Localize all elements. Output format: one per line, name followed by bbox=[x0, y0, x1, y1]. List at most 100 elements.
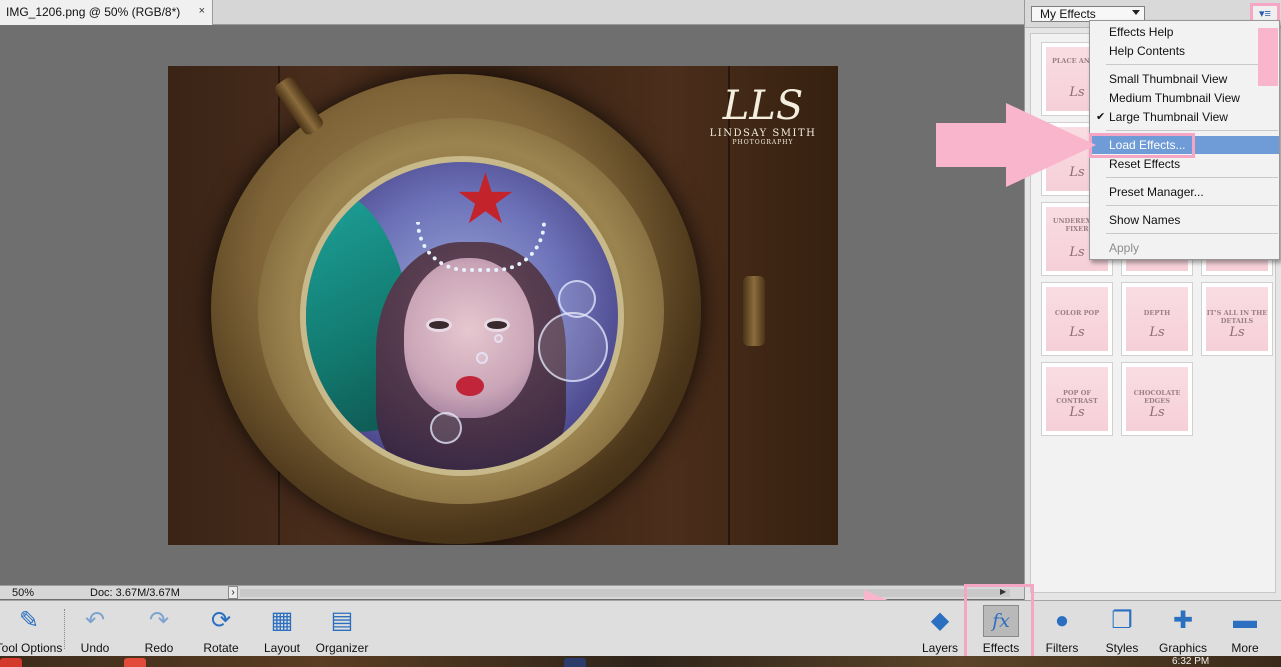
layout-button[interactable]: ▦ Layout bbox=[257, 601, 307, 657]
layers-button[interactable]: ◆ Layers bbox=[915, 601, 965, 657]
menu-item-effects-help[interactable]: Effects Help bbox=[1091, 23, 1279, 41]
button-label: Undo bbox=[80, 641, 110, 655]
menu-item-label: Effects Help bbox=[1109, 25, 1174, 39]
layers-icon: ◆ bbox=[930, 607, 950, 634]
photoshop-elements-icon[interactable] bbox=[564, 658, 586, 667]
system-clock: 6:32 PM bbox=[1172, 656, 1210, 667]
bubble bbox=[476, 352, 488, 364]
app-icon[interactable] bbox=[124, 658, 146, 667]
redo-button[interactable]: ↷ Redo bbox=[134, 601, 184, 657]
effect-thumbnail[interactable]: IT'S ALL IN THE DETAILS Ls bbox=[1201, 282, 1273, 356]
effect-name: COLOR POP bbox=[1054, 309, 1100, 317]
effect-thumbnail[interactable]: COLOR POP Ls bbox=[1041, 282, 1113, 356]
document-size: Doc: 3.67M/3.67M bbox=[90, 587, 180, 599]
more-icon: ▬ bbox=[1233, 607, 1257, 634]
menu-item-large-thumbnail-view[interactable]: ✔ Large Thumbnail View bbox=[1091, 108, 1279, 126]
thumb-signature: Ls bbox=[1149, 405, 1165, 420]
tutorial-arrow-up bbox=[1258, 28, 1278, 86]
girl-lips bbox=[456, 376, 484, 396]
button-label: Layout bbox=[263, 641, 301, 655]
chrome-icon[interactable] bbox=[0, 658, 22, 667]
menu-item-medium-thumbnail-view[interactable]: Medium Thumbnail View bbox=[1091, 89, 1279, 107]
organizer-icon: ▤ bbox=[330, 607, 354, 634]
effect-name: DEPTH bbox=[1143, 309, 1171, 317]
porthole-hinge bbox=[743, 276, 765, 346]
task-bar-divider bbox=[64, 609, 65, 649]
button-label: Styles bbox=[1105, 641, 1139, 655]
menu-item-label: Apply bbox=[1109, 241, 1140, 255]
load-effects-highlight-box bbox=[1089, 133, 1195, 158]
menu-item-label: Show Names bbox=[1109, 213, 1181, 227]
document-tab[interactable]: IMG_1206.png @ 50% (RGB/8*) × bbox=[0, 0, 213, 25]
menu-item-label: Medium Thumbnail View bbox=[1109, 91, 1240, 105]
watermark-name: LINDSAY SMITH bbox=[709, 128, 817, 139]
thumb-signature: Ls bbox=[1069, 325, 1085, 340]
button-label: More bbox=[1231, 641, 1259, 655]
close-tab-icon[interactable]: × bbox=[199, 5, 205, 17]
graphics-button[interactable]: ✚ Graphics bbox=[1155, 601, 1211, 657]
more-button[interactable]: ▬ More bbox=[1220, 601, 1270, 657]
document-tab-title: IMG_1206.png @ 50% (RGB/8*) bbox=[6, 5, 181, 19]
styles-icon: ❐ bbox=[1111, 607, 1133, 634]
document-image[interactable]: ★ LLS LINDSAY SMITH PHOTOGRAPHY bbox=[168, 66, 838, 545]
zoom-level[interactable]: 50% bbox=[12, 587, 34, 599]
jellyfish-bubble bbox=[538, 312, 608, 382]
effect-name: POP OF CONTRAST bbox=[1056, 389, 1098, 405]
starfish-icon: ★ bbox=[454, 160, 517, 238]
button-label: Redo bbox=[144, 641, 174, 655]
styles-button[interactable]: ❐ Styles bbox=[1097, 601, 1147, 657]
girl-eye bbox=[484, 318, 510, 332]
photoshop-elements-window: IMG_1206.png @ 50% (RGB/8*) × ★ LLS LIND… bbox=[0, 0, 1281, 667]
status-menu-arrow-icon[interactable]: › bbox=[228, 586, 238, 599]
menu-item-show-names[interactable]: Show Names bbox=[1091, 211, 1279, 229]
menu-item-preset-manager[interactable]: Preset Manager... bbox=[1091, 183, 1279, 201]
menu-separator bbox=[1106, 177, 1278, 178]
document-tab-bar: IMG_1206.png @ 50% (RGB/8*) × bbox=[0, 0, 1024, 25]
effect-thumbnail[interactable]: CHOCOLATE EDGES Ls bbox=[1121, 362, 1193, 436]
button-label: Tool Options bbox=[0, 641, 63, 655]
menu-item-label: Preset Manager... bbox=[1109, 185, 1204, 199]
menu-item-help-contents[interactable]: Help Contents bbox=[1091, 42, 1279, 60]
effect-thumbnail[interactable]: POP OF CONTRAST Ls bbox=[1041, 362, 1113, 436]
button-label: Layers bbox=[921, 641, 959, 655]
menu-item-label: Large Thumbnail View bbox=[1109, 110, 1228, 124]
watermark-mark: LLS bbox=[722, 83, 804, 129]
pencil-icon: ✎ bbox=[18, 607, 40, 634]
task-bar: ✎ Tool Options ↶ Undo ↷ Redo ⟳ Rotate ▦ … bbox=[0, 600, 1281, 656]
menu-item-label: Help Contents bbox=[1109, 44, 1186, 58]
rotate-icon: ⟳ bbox=[210, 607, 232, 634]
menu-separator bbox=[1106, 64, 1278, 65]
undo-button[interactable]: ↶ Undo bbox=[70, 601, 120, 657]
rotate-button[interactable]: ⟳ Rotate bbox=[196, 601, 246, 657]
menu-item-label: Reset Effects bbox=[1109, 157, 1181, 171]
effects-highlight-box bbox=[964, 584, 1034, 662]
checkmark-icon: ✔ bbox=[1096, 111, 1106, 123]
girl-eye bbox=[426, 318, 452, 332]
organizer-button[interactable]: ▤ Organizer bbox=[313, 601, 371, 657]
menu-item-small-thumbnail-view[interactable]: Small Thumbnail View bbox=[1091, 70, 1279, 88]
button-label: Organizer bbox=[315, 641, 369, 655]
dropdown-value: My Effects bbox=[1040, 7, 1096, 21]
thumb-signature: Ls bbox=[1149, 325, 1165, 340]
filters-button[interactable]: ● Filters bbox=[1037, 601, 1087, 657]
watermark-subtitle: PHOTOGRAPHY bbox=[732, 139, 794, 146]
redo-icon: ↷ bbox=[148, 607, 170, 634]
button-label: Graphics bbox=[1158, 641, 1208, 655]
button-label: Filters bbox=[1045, 641, 1079, 655]
graphics-icon: ✚ bbox=[1172, 607, 1194, 634]
menu-item-label: Small Thumbnail View bbox=[1109, 72, 1228, 86]
layout-icon: ▦ bbox=[270, 607, 294, 634]
canvas-area[interactable]: ★ LLS LINDSAY SMITH PHOTOGRAPHY bbox=[0, 25, 1024, 585]
effect-name: CHOCOLATE EDGES bbox=[1133, 389, 1181, 405]
panel-menu-icon: ▾≡ bbox=[1259, 8, 1271, 20]
thumb-signature: Ls bbox=[1069, 405, 1085, 420]
tool-options-button[interactable]: ✎ Tool Options bbox=[0, 601, 64, 657]
porthole-glass: ★ bbox=[300, 156, 624, 476]
photographer-watermark: LLS LINDSAY SMITH PHOTOGRAPHY bbox=[708, 84, 818, 146]
menu-item-apply: Apply bbox=[1091, 239, 1279, 257]
os-taskbar bbox=[0, 656, 1281, 667]
effect-name: IT'S ALL IN THE DETAILS bbox=[1206, 309, 1268, 325]
thumb-signature: Ls bbox=[1229, 325, 1245, 340]
bubble bbox=[430, 412, 462, 444]
effect-thumbnail[interactable]: DEPTH Ls bbox=[1121, 282, 1193, 356]
